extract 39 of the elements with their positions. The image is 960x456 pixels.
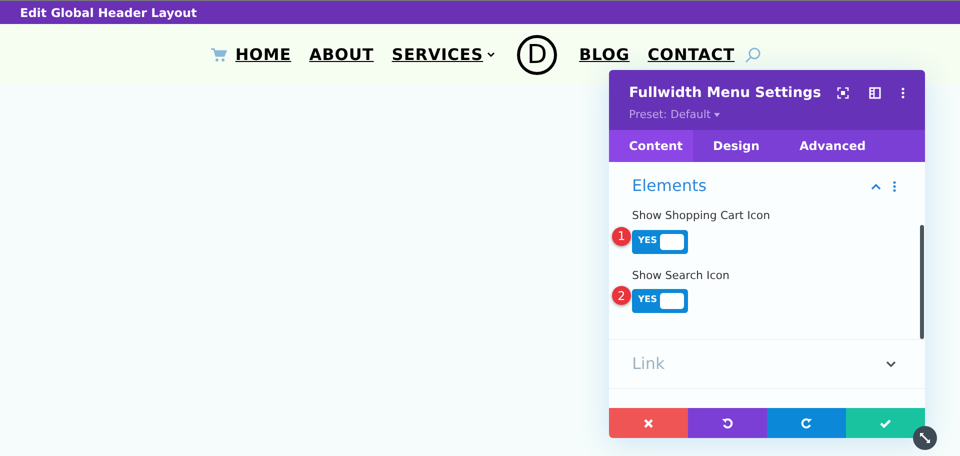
field-label: Show Search Icon (632, 268, 730, 284)
section-title[interactable]: Elements (632, 174, 707, 198)
logo[interactable]: D (517, 35, 558, 75)
search-icon[interactable] (744, 47, 761, 63)
caret-icon (714, 113, 720, 118)
panel-tab[interactable]: Design (693, 130, 780, 162)
chevron-down-icon (487, 52, 496, 58)
layout-title: Edit Global Header Layout (20, 4, 197, 22)
layout-icon[interactable] (869, 87, 881, 99)
preset-dropdown[interactable]: Preset: Default (629, 107, 822, 124)
step-badge: 1 (612, 226, 631, 246)
redo-icon (801, 418, 812, 428)
undo-icon (722, 418, 733, 428)
step-badge: 2 (612, 286, 631, 305)
panel-tab[interactable]: Content (609, 130, 693, 162)
scrollbar[interactable] (920, 225, 924, 339)
toggle-switch[interactable]: YES (632, 230, 688, 254)
nav-link[interactable]: SERVICES (392, 43, 496, 67)
nav-link[interactable]: BLOG (579, 43, 630, 67)
panel-tab[interactable]: Advanced (780, 130, 886, 162)
field-label: Show Shopping Cart Icon (632, 208, 772, 224)
undo-button[interactable] (688, 408, 767, 438)
redo-button[interactable] (767, 408, 846, 438)
more-icon[interactable] (893, 180, 896, 192)
close-icon (644, 418, 653, 428)
nav-link[interactable]: CONTACT (648, 43, 735, 67)
check-icon (880, 418, 891, 428)
chevron-up-icon[interactable] (871, 182, 881, 190)
toggle-switch[interactable]: YES (632, 289, 688, 313)
save-button[interactable] (846, 408, 925, 438)
cart-icon[interactable] (211, 48, 228, 62)
resize-icon (919, 432, 931, 444)
panel-title: Fullwidth Menu Settings (629, 84, 822, 103)
resize-handle[interactable] (913, 426, 937, 450)
nav-link[interactable]: ABOUT (309, 43, 374, 67)
chevron-down-icon[interactable] (886, 360, 896, 368)
more-icon[interactable] (901, 87, 905, 99)
nav-link[interactable]: HOME (235, 43, 292, 67)
focus-icon[interactable] (837, 87, 849, 99)
